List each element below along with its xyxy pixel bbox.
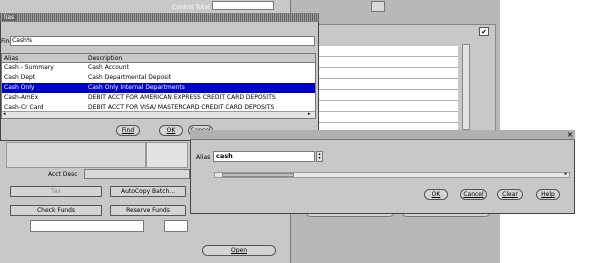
- lov-scroll-right-arrow[interactable]: ▸: [308, 112, 315, 117]
- control-total-field[interactable]: [212, 1, 274, 10]
- column-header-description: Description: [88, 55, 123, 62]
- lov-row[interactable]: Cash-AmEx DEBIT ACCT FOR AMERICAN EXPRESS…: [2, 93, 315, 103]
- lov-row-alias: Cash-AmEx: [4, 94, 39, 101]
- alias-help-label: Help: [541, 191, 555, 198]
- lov-find-label: Find: [121, 127, 135, 134]
- alias-scroll-right-arrow[interactable]: ▸: [562, 172, 570, 178]
- tax-button[interactable]: Tax: [10, 186, 102, 197]
- alias-title-bar[interactable]: [190, 130, 575, 140]
- acct-desc-field[interactable]: [84, 169, 190, 179]
- alias-input[interactable]: cash: [213, 151, 315, 162]
- detail-scrollbar[interactable]: [462, 44, 470, 130]
- lov-row-description: Cash Account: [88, 64, 129, 71]
- lov-window-title: lias: [2, 14, 17, 21]
- lov-row-description: DEBIT ACCT FOR AMERICAN EXPRESS CREDIT C…: [88, 94, 276, 101]
- acct-desc-label: Acct Desc: [48, 171, 78, 178]
- bottom-field-2[interactable]: [164, 220, 188, 232]
- alias-scroll-thumb[interactable]: [222, 173, 294, 177]
- alias-ok-label: OK: [431, 191, 441, 198]
- lov-horizontal-scrollbar[interactable]: [2, 111, 315, 118]
- lov-ok-label: OK: [166, 127, 176, 134]
- alias-clear-button[interactable]: Clear: [497, 189, 523, 200]
- lov-row-description: Cash Departmental Deposit: [88, 74, 172, 81]
- autocopy-batch-button[interactable]: AutoCopy Batch...: [110, 186, 186, 197]
- alias-help-button[interactable]: Help: [536, 189, 560, 200]
- column-header-alias: Alias: [4, 55, 19, 62]
- find-input[interactable]: Cash%: [10, 36, 315, 46]
- reserve-funds-button[interactable]: Reserve Funds: [110, 205, 186, 216]
- lov-title-bar[interactable]: lias: [0, 13, 319, 22]
- control-total-label: Control Total: [172, 4, 210, 11]
- acct-area-scroll[interactable]: [146, 142, 188, 168]
- right-top-control[interactable]: [371, 1, 385, 12]
- open-button[interactable]: Open: [202, 245, 276, 256]
- alias-clear-label: Clear: [502, 191, 518, 198]
- lov-list-header: [2, 54, 315, 63]
- lov-row-alias: Cash Only: [4, 84, 35, 91]
- lov-row-alias: Cash - Summary: [4, 64, 54, 71]
- lov-row-alias: Cash Dept: [4, 74, 36, 81]
- lov-row-description: Cash Only Internal Departments: [88, 84, 185, 91]
- lov-row[interactable]: Cash - Summary Cash Account: [2, 63, 315, 73]
- lov-row[interactable]: Cash Dept Cash Departmental Deposit: [2, 73, 315, 83]
- checkbox-checked[interactable]: ✔: [479, 27, 489, 36]
- acct-area-field: [6, 142, 146, 168]
- lov-scroll-left-arrow[interactable]: ◂: [3, 112, 10, 117]
- open-button-label: Open: [230, 247, 248, 254]
- alias-cancel-button[interactable]: Cancel: [460, 189, 487, 200]
- check-funds-button[interactable]: Check Funds: [10, 205, 102, 216]
- alias-ok-button[interactable]: OK: [424, 189, 448, 200]
- alias-spin-control[interactable]: ▴ ▾: [316, 151, 323, 162]
- alias-cancel-label: Cancel: [463, 191, 484, 198]
- bottom-field-1[interactable]: [30, 220, 144, 232]
- detail-column-fields: [318, 46, 458, 130]
- alias-close-icon[interactable]: ×: [565, 130, 575, 140]
- lov-ok-button[interactable]: OK: [159, 125, 183, 136]
- lov-find-button[interactable]: Find: [116, 125, 140, 136]
- alias-label: Alias: [196, 154, 211, 161]
- lov-row[interactable]: Cash Only Cash Only Internal Departments: [2, 83, 315, 93]
